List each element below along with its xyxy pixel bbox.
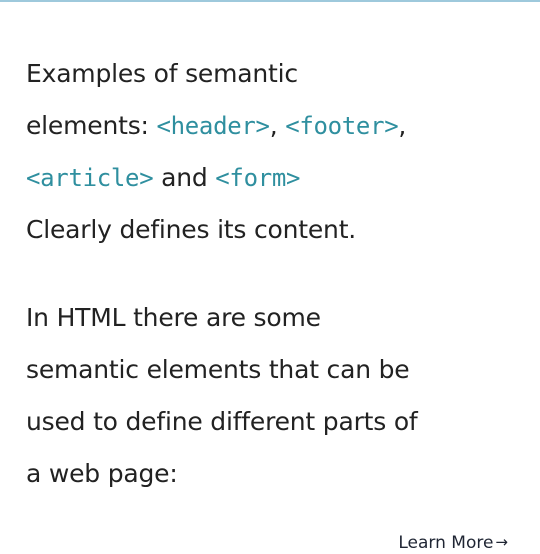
paragraph1-line1: Examples of semantic — [26, 59, 298, 88]
paragraph2-line1: In HTML there are some — [26, 303, 321, 332]
form-tag-code: <form> — [215, 164, 301, 192]
semantic-description-paragraph: In HTML there are some semantic elements… — [26, 292, 526, 500]
header-tag-code: <header> — [156, 112, 270, 140]
content-card: Examples of semantic elements: <header>,… — [0, 0, 540, 554]
paragraph2-line2: semantic elements that can be — [26, 355, 410, 384]
paragraph1-line2: elements: <header>, <footer>, — [26, 100, 526, 152]
article-tag-code: <article> — [26, 164, 154, 192]
paragraph2-line4: a web page: — [26, 459, 178, 488]
semantic-examples-paragraph: Examples of semantic elements: <header>,… — [26, 48, 526, 256]
elements-label: elements: — [26, 111, 157, 140]
paragraph1-line4: Clearly defines its content. — [26, 215, 357, 244]
separator-comma-1: , — [269, 111, 286, 140]
paragraph1-line3: <article> and <form> — [26, 152, 526, 204]
and-text: and — [153, 163, 216, 192]
paragraph2-line3: used to define different parts of — [26, 407, 418, 436]
text-content: Examples of semantic elements: <header>,… — [26, 48, 526, 500]
footer-tag-code: <footer> — [285, 112, 399, 140]
separator-comma-2: , — [398, 111, 407, 140]
top-divider — [0, 0, 540, 2]
learn-more-link[interactable]: Learn More → — [398, 531, 508, 554]
learn-more-label: Learn More — [398, 533, 494, 553]
arrow-right-icon: → — [495, 533, 508, 551]
